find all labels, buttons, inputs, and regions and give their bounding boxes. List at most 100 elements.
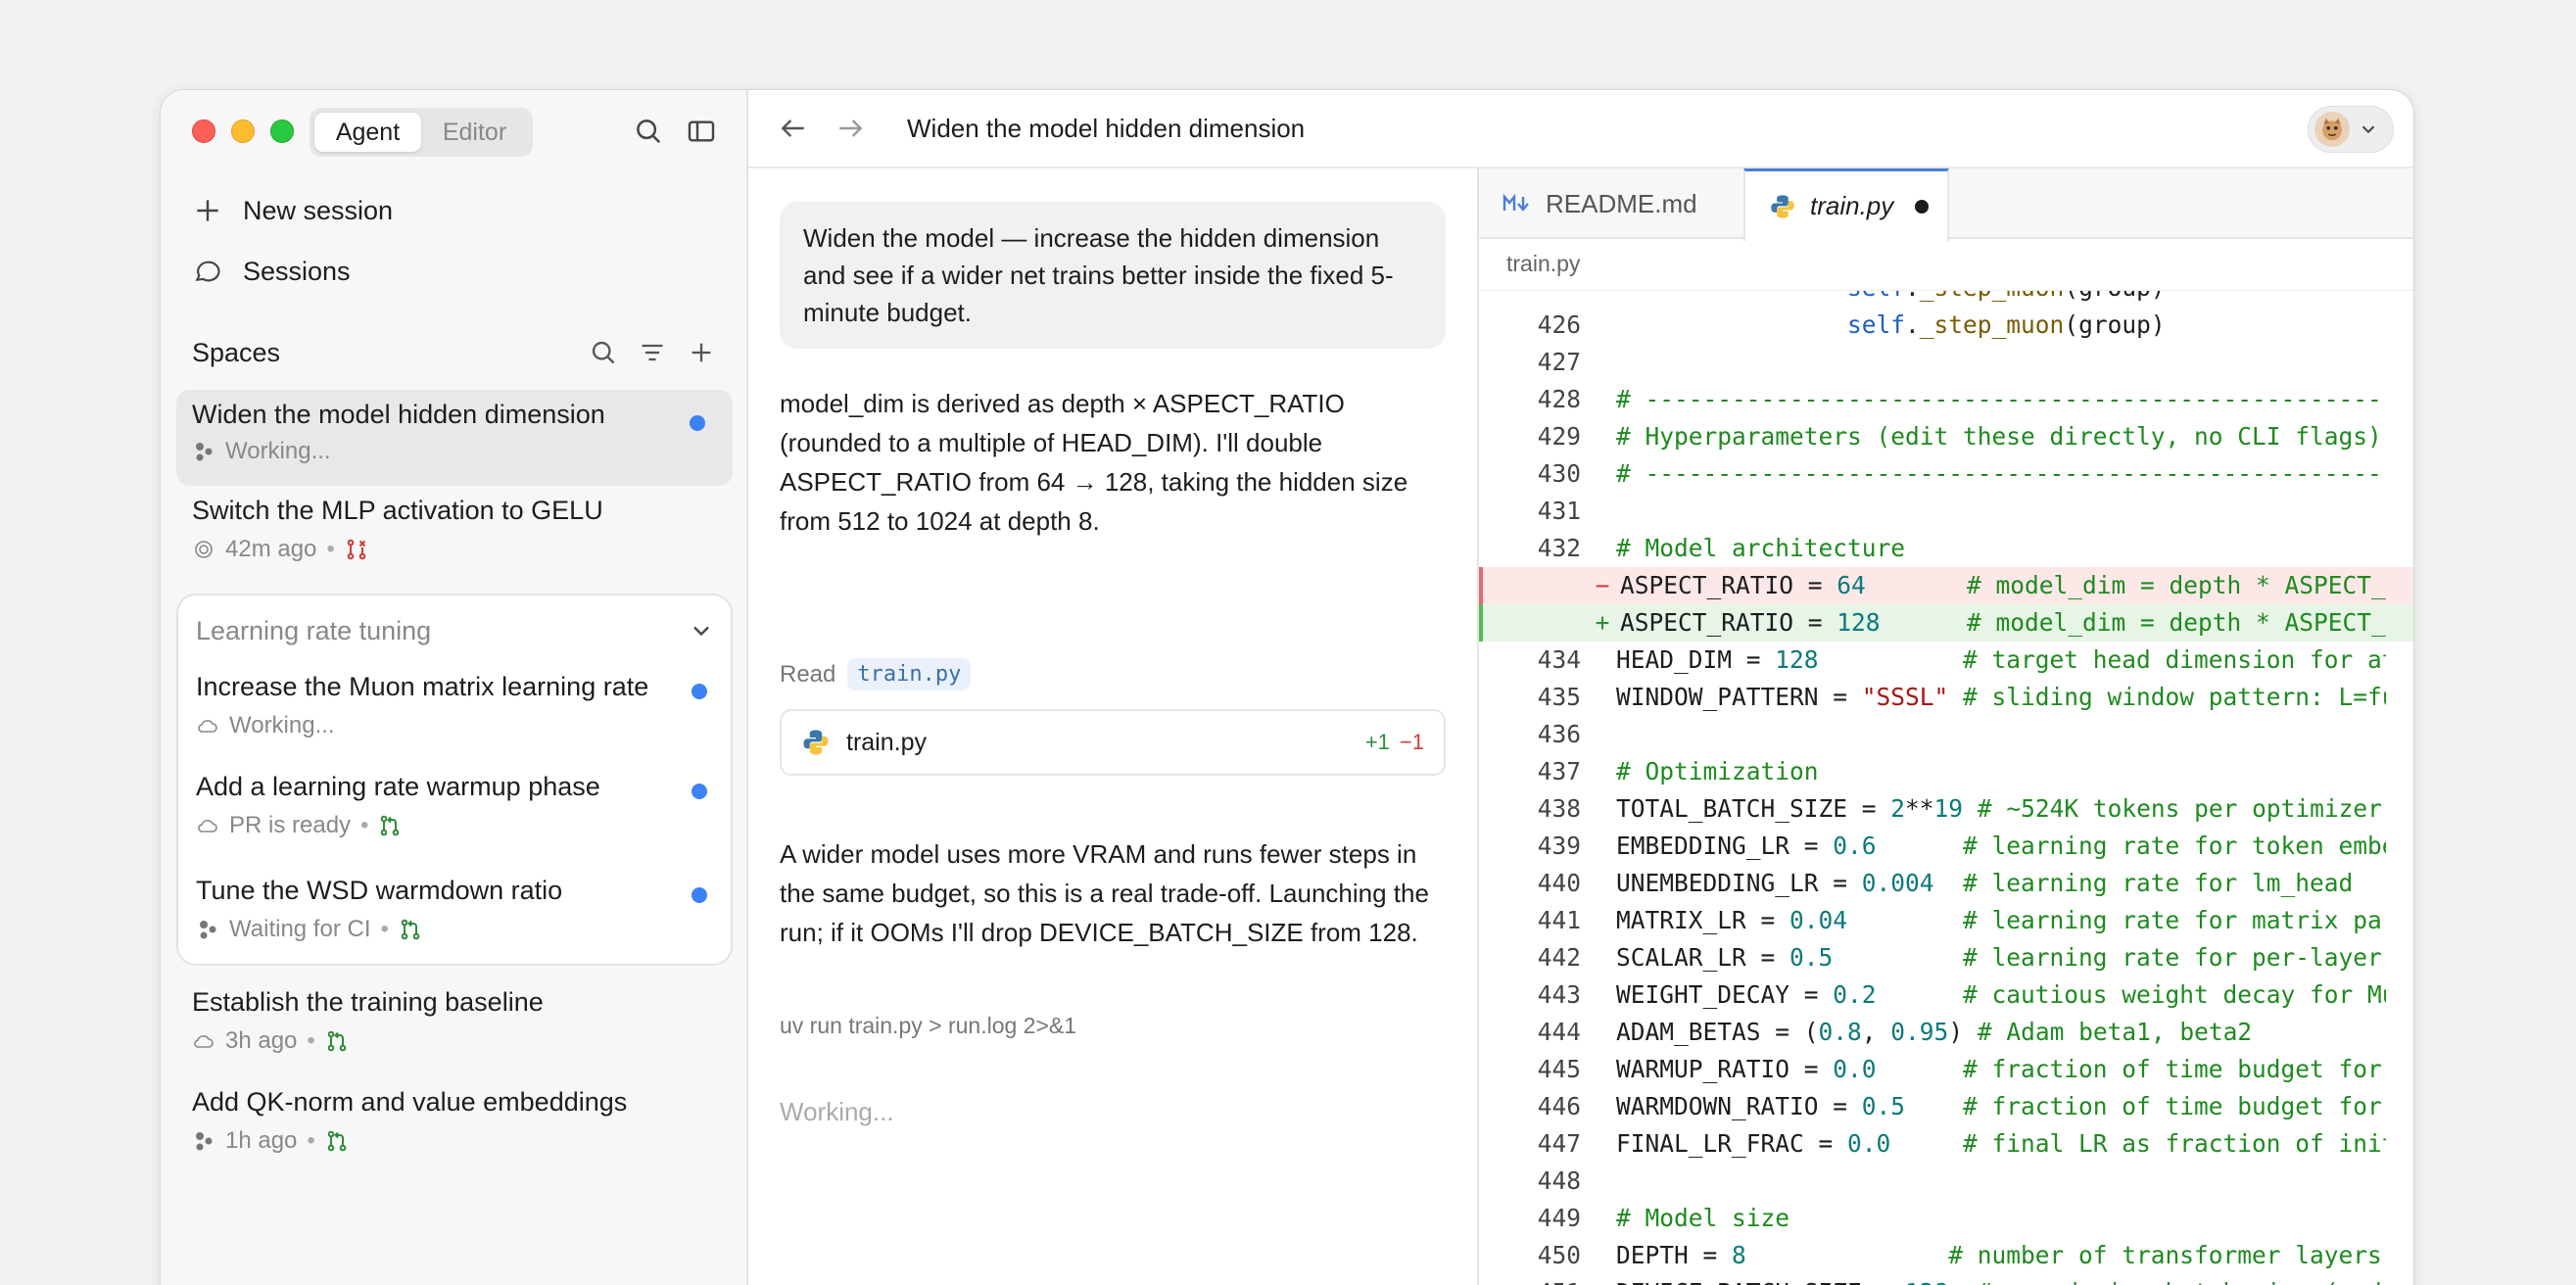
line-number: 445 — [1537, 1055, 1581, 1083]
sidebar: Agent Editor New session Sessions Spaces — [161, 90, 748, 1285]
code-text: # --------------------------------------… — [1616, 459, 2386, 488]
session-item[interactable]: Add a learning rate warmup phase PR is r… — [196, 772, 715, 839]
tab-editor[interactable]: Editor — [421, 113, 528, 152]
code-line: 427 — [1479, 344, 2413, 381]
pull-request-icon — [325, 1129, 349, 1153]
toggle-sidebar-icon[interactable] — [684, 114, 719, 149]
file-diff-card[interactable]: train.py +1 −1 — [780, 709, 1446, 776]
close-window-button[interactable] — [192, 119, 215, 143]
session-item[interactable]: Add QK-norm and value embeddings 1h ago … — [176, 1087, 733, 1175]
line-number: 436 — [1537, 720, 1581, 748]
session-title: Widen the model hidden dimension — [192, 400, 605, 429]
session-item[interactable]: Increase the Muon matrix learning rate W… — [196, 672, 715, 739]
account-menu[interactable] — [2308, 106, 2394, 153]
code-view[interactable]: self._step_muon(group)426 self._step_muo… — [1479, 290, 2413, 1285]
session-status: Working... — [225, 438, 331, 464]
code-text: EMBEDDING_LR = 0.6 # learning rate for t… — [1616, 832, 2386, 860]
tab-label: README.md — [1546, 188, 1697, 218]
tab-agent[interactable]: Agent — [314, 113, 421, 152]
code-line: 450 DEPTH = 8 # number of transformer lay… — [1479, 1237, 2413, 1274]
code-text: # Optimization — [1616, 757, 1819, 785]
code-line: 436 — [1479, 716, 2413, 753]
code-line: 430 # -----------------------------------… — [1479, 455, 2413, 493]
add-space-icon[interactable] — [686, 337, 717, 368]
session-status: 3h ago — [225, 1027, 298, 1054]
line-number: 432 — [1537, 534, 1581, 562]
code-line-added: + ASPECT_RATIO = 128 # model_dim = depth … — [1479, 604, 2413, 642]
line-number: 447 — [1537, 1129, 1581, 1158]
tool-call-read: Read train.py — [780, 658, 972, 690]
group-title: Learning rate tuning — [196, 615, 432, 645]
code-text: # --------------------------------------… — [1616, 385, 2386, 413]
code-text: WEIGHT_DECAY = 0.2 # cautious weight dec… — [1616, 980, 2386, 1009]
breadcrumb: train.py — [1506, 251, 1581, 276]
openai-icon — [192, 538, 215, 561]
filter-icon[interactable] — [637, 337, 668, 368]
back-arrow-icon[interactable] — [776, 111, 811, 146]
code-line: 444 ADAM_BETAS = (0.8, 0.95) # Adam beta1… — [1479, 1014, 2413, 1051]
new-session-button[interactable]: New session — [192, 186, 393, 235]
line-number: 441 — [1537, 906, 1581, 934]
line-number: 442 — [1537, 943, 1581, 972]
code-line: 442 SCALAR_LR = 0.5 # learning rate for p… — [1479, 939, 2413, 976]
code-line: 449 # Model size — [1479, 1200, 2413, 1237]
session-title: Increase the Muon matrix learning rate — [196, 672, 649, 701]
code-text: UNEMBEDDING_LR = 0.004 # learning rate f… — [1616, 869, 2354, 897]
line-number: 446 — [1537, 1092, 1581, 1120]
file-chip[interactable]: train.py — [847, 658, 972, 690]
agent-icon — [192, 440, 215, 463]
minimize-window-button[interactable] — [231, 119, 255, 143]
code-text: WARMDOWN_RATIO = 0.5 # fraction of time … — [1616, 1092, 2382, 1120]
plus-icon — [197, 200, 218, 221]
new-session-label: New session — [243, 195, 394, 225]
line-number: 435 — [1537, 683, 1581, 711]
python-icon — [1771, 194, 1794, 218]
code-line: 431 — [1479, 493, 2413, 530]
python-icon — [803, 730, 829, 755]
chevron-down-icon — [693, 626, 709, 637]
diff-marker: − — [1595, 571, 1610, 599]
code-text: self._step_muon(group) — [1847, 310, 2166, 339]
cloud-icon — [192, 1029, 215, 1053]
editor-tabs: README.md train.py — [1479, 168, 2413, 241]
tab-train-py[interactable]: train.py — [1743, 168, 1949, 241]
sessions-button[interactable]: Sessions — [192, 247, 351, 296]
session-item[interactable]: Switch the MLP activation to GELU 42m ag… — [176, 496, 733, 584]
line-number: 427 — [1537, 348, 1581, 376]
tool-call-label: Read — [780, 660, 836, 688]
agent-icon — [192, 1129, 215, 1153]
page-title: Widen the model hidden dimension — [907, 113, 1306, 143]
sessions-label: Sessions — [243, 256, 351, 286]
lines-added: +1 — [1364, 730, 1390, 754]
forward-arrow-icon[interactable] — [833, 111, 868, 146]
line-number: 430 — [1537, 459, 1581, 488]
lines-removed: −1 — [1399, 730, 1424, 754]
mode-switcher: Agent Editor — [310, 108, 533, 157]
code-line: 435 WINDOW_PATTERN = "SSSL" # sliding win… — [1479, 679, 2413, 716]
line-number: 451 — [1479, 1274, 1581, 1285]
code-text: # Hyperparameters (edit these directly, … — [1616, 422, 2382, 451]
session-item[interactable]: Tune the WSD warmdown ratio Waiting for … — [196, 876, 715, 943]
session-item[interactable]: Widen the model hidden dimension Working… — [176, 390, 733, 486]
group-header[interactable]: Learning rate tuning — [196, 609, 715, 652]
line-number: 429 — [1537, 422, 1581, 451]
unread-dot — [692, 784, 707, 799]
search-spaces-icon[interactable] — [588, 337, 619, 368]
session-title: Add QK-norm and value embeddings — [192, 1087, 628, 1117]
code-text: DEPTH = 8 # number of transformer layers — [1616, 1241, 2382, 1269]
code-line: 432 # Model architecture — [1479, 530, 2413, 567]
pull-request-icon — [378, 814, 402, 837]
session-status: Working... — [229, 712, 335, 738]
code-line-removed: − ASPECT_RATIO = 64 # model_dim = depth *… — [1479, 567, 2413, 604]
chat-bubble-icon — [195, 261, 220, 282]
code-text: SCALAR_LR = 0.5 # learning rate for per-… — [1616, 943, 2382, 972]
session-item[interactable]: Establish the training baseline 3h ago • — [176, 987, 733, 1075]
search-icon[interactable] — [631, 114, 666, 149]
line-number: 450 — [1537, 1241, 1581, 1269]
unsaved-indicator — [1915, 199, 1930, 214]
pull-request-icon — [325, 1029, 349, 1053]
agent-icon — [196, 918, 219, 941]
tab-readme[interactable]: README.md — [1479, 168, 1745, 239]
zoom-window-button[interactable] — [270, 119, 294, 143]
code-line: 445 WARMUP_RATIO = 0.0 # fraction of time… — [1479, 1051, 2413, 1088]
